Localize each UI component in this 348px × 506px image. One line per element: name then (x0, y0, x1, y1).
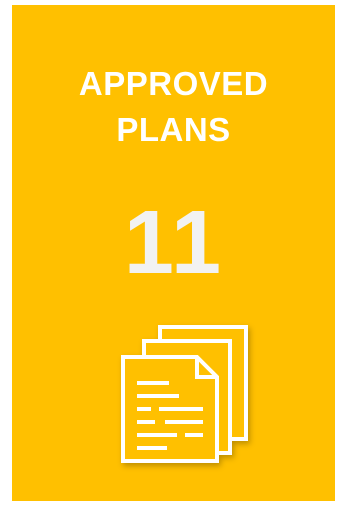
documents-stack-icon (107, 315, 257, 465)
card-title: APPROVED PLANS (12, 61, 335, 153)
card-title-line1: APPROVED (78, 65, 269, 102)
approved-plans-card: APPROVED PLANS 11 (12, 5, 335, 501)
approved-plans-count: 11 (123, 193, 224, 293)
card-title-line2: PLANS (116, 111, 231, 148)
